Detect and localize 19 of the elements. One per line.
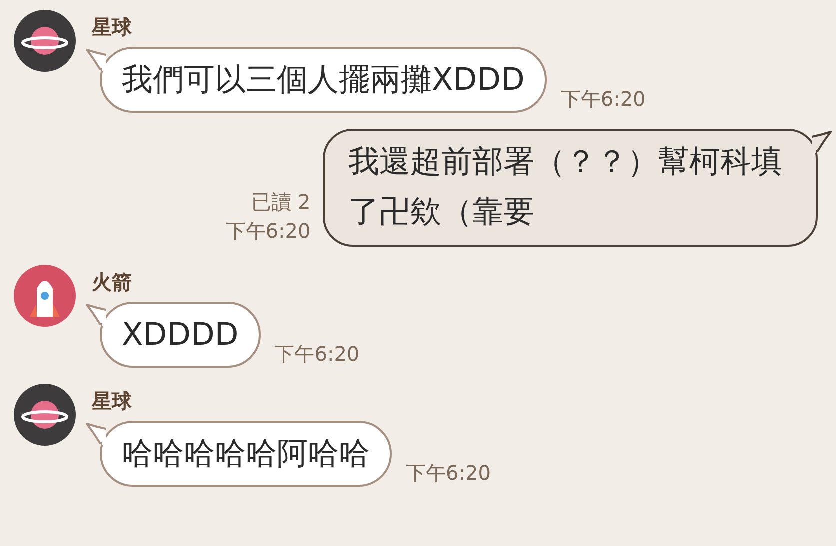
message-bubble: 哈哈哈哈哈阿哈哈 [100, 421, 392, 487]
sender-name: 星球 [92, 14, 133, 41]
sender-name: 火箭 [92, 269, 133, 296]
message-time: 下午6:20 [560, 86, 646, 113]
message-bubble: 我們可以三個人擺兩攤XDDD [100, 47, 547, 113]
message-time: 下午6:20 [274, 341, 360, 368]
planet-avatar-icon [14, 384, 76, 446]
bubble-tail [86, 49, 106, 71]
read-receipt: 已讀 2 [252, 189, 311, 216]
sender-name: 星球 [92, 388, 133, 415]
bubble-tail [86, 423, 106, 445]
message-bubble: 我還超前部署（？？）幫柯科填了卍欸（靠要 [322, 129, 818, 247]
bubble-tail [812, 131, 832, 153]
rocket-avatar-icon [14, 265, 76, 327]
message-bubble: XDDDD [100, 302, 261, 368]
message-time: 下午6:20 [226, 218, 311, 245]
bubble-tail [86, 304, 106, 326]
planet-avatar-icon [14, 10, 76, 72]
message-time: 下午6:20 [406, 460, 491, 487]
